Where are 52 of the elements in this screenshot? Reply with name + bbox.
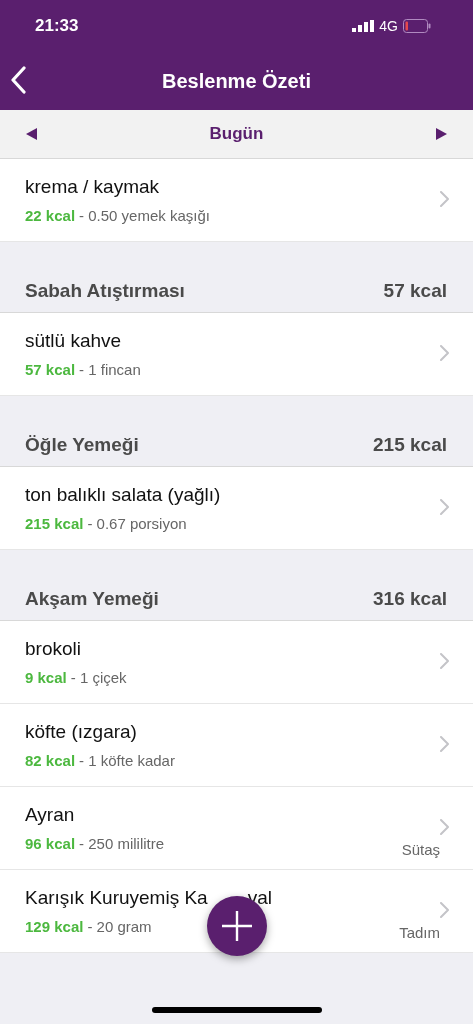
food-row[interactable]: krema / kaymak 22 kcal - 0.50 yemek kaşığı [0,159,473,242]
food-amount: - 250 mililitre [79,835,165,852]
food-kcal: 96 kcal [25,835,76,852]
chevron-icon [440,736,449,752]
screen-title: Beslenme Özeti [162,69,311,93]
food-amount: - 0.67 porsiyon [87,515,187,532]
food-row[interactable]: sütlü kahve 57 kcal - 1 fincan [0,313,473,396]
food-name: Karışık Kuruyemiş Ka [25,887,208,909]
meal-title: Sabah Atıştırması [25,280,185,302]
food-amount: - 1 fincan [79,361,141,378]
back-icon[interactable] [10,66,26,94]
meal-total: 215 kcal [373,434,447,456]
chevron-icon [440,653,449,669]
food-amount: - 20 gram [87,918,152,935]
meal-title: Akşam Yemeği [25,588,159,610]
chevron-icon [440,191,449,207]
food-name: Ayran [25,804,75,826]
food-name: krema / kaymak [25,176,160,198]
food-kcal: 9 kcal [25,669,67,686]
food-amount: - 1 köfte kadar [79,752,175,769]
previous-day-icon[interactable] [26,128,37,140]
food-amount: - 0.50 yemek kaşığı [79,207,210,224]
chevron-icon [440,345,449,361]
meal-title: Öğle Yemeği [25,434,139,456]
food-kcal: 129 kcal [25,918,84,935]
chevron-icon [440,499,449,515]
meal-total: 316 kcal [373,588,447,610]
network-label: 4G [379,18,398,34]
food-brand: Tadım [399,924,440,941]
food-row[interactable]: köfte (ızgara) 82 kcal - 1 köfte kadar [0,704,473,787]
food-kcal: 57 kcal [25,361,76,378]
food-name: ton balıklı salata (yağlı) [25,484,221,506]
food-row[interactable]: brokoli 9 kcal - 1 çiçek [0,621,473,704]
food-row[interactable]: Ayran 96 kcal - 250 mililitre Sütaş [0,787,473,870]
food-row[interactable]: ton balıklı salata (yağlı) 215 kcal - 0.67 porsiyon [0,467,473,550]
food-name: sütlü kahve [25,330,122,352]
food-name: köfte (ızgara) [25,721,137,743]
food-brand: Sütaş [401,841,440,858]
status-time: 21:33 [35,16,79,36]
food-kcal: 82 kcal [25,752,76,769]
battery-icon [403,19,431,33]
plus-icon [222,911,252,941]
food-kcal: 215 kcal [25,515,84,532]
food-name: brokoli [25,638,81,660]
chevron-icon [440,819,449,835]
signal-icon [352,20,375,32]
food-kcal: 22 kcal [25,207,76,224]
date-label: Bugün [209,124,264,144]
chevron-icon [440,902,449,918]
meal-total: 57 kcal [383,280,447,302]
next-day-icon[interactable] [436,128,447,140]
food-amount: - 1 çiçek [70,669,127,686]
